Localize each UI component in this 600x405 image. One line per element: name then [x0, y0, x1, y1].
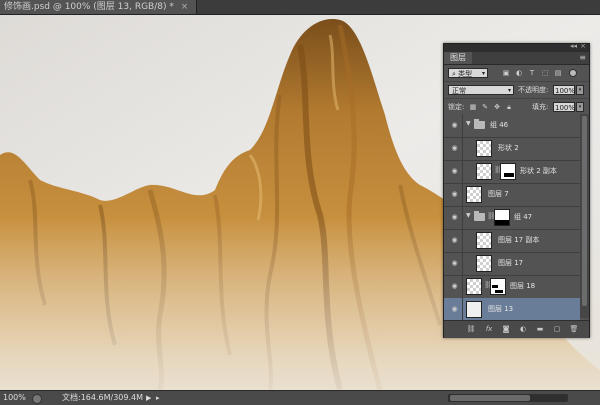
layer-name: 组 47	[514, 213, 533, 221]
layer-row[interactable]: ◉ ⛓ 图层 18	[444, 275, 580, 299]
opacity-input[interactable]: 100%	[553, 85, 575, 95]
eye-icon[interactable]: ◉	[450, 144, 459, 152]
layer-mask-thumbnail[interactable]	[500, 163, 516, 180]
layer-thumbnail	[466, 301, 482, 318]
layer-row[interactable]: ◉ 形状 2	[444, 137, 580, 161]
filter-kind-value: 类型	[458, 70, 473, 78]
chevron-down-icon: ▾	[507, 87, 511, 94]
lock-pixels-icon[interactable]: ✎	[481, 103, 489, 111]
layer-mask-thumbnail[interactable]	[490, 278, 506, 295]
lock-transparent-icon[interactable]: ▦	[469, 103, 477, 111]
layer-mask-thumbnail[interactable]	[494, 209, 510, 226]
layer-name: 图层 17	[498, 259, 524, 267]
fx-icon[interactable]: fx	[484, 325, 494, 334]
layer-row[interactable]: ◉ ▼ ⛓ 组 47	[444, 206, 580, 230]
eye-icon[interactable]: ◉	[450, 167, 459, 175]
layer-thumbnail	[476, 163, 492, 180]
play-icon[interactable]: ▶	[146, 391, 151, 405]
new-group-icon[interactable]: ▬	[535, 325, 545, 334]
folder-icon	[474, 211, 485, 221]
lock-all-icon[interactable]: 🔒︎	[505, 103, 513, 111]
eye-icon[interactable]: ◉	[450, 121, 459, 129]
layer-name: 图层 13	[488, 305, 514, 313]
layer-name: 图层 17 副本	[498, 236, 540, 244]
pixel-filter-icon[interactable]: ▣	[502, 69, 510, 77]
filter-kind-select[interactable]: ⌕ 类型 ▾	[448, 68, 488, 78]
document-tab-title: 修饰画.psd @ 100% (图层 13, RGB/8) *	[4, 2, 174, 12]
layer-thumbnail	[476, 140, 492, 157]
chevron-down-icon: ▾	[481, 70, 485, 77]
status-bar: 100% 文档:164.6M/309.4M ▶ ▸	[0, 390, 600, 405]
document-tab-bar: 修饰画.psd @ 100% (图层 13, RGB/8) * ×	[0, 0, 600, 15]
link-icon[interactable]: ⛓	[466, 325, 476, 334]
layer-thumbnail	[466, 278, 482, 295]
eye-icon[interactable]: ◉	[450, 236, 459, 244]
smart-object-filter-icon[interactable]: ▤	[554, 69, 562, 77]
eye-icon[interactable]: ◉	[450, 259, 459, 267]
collapse-icon[interactable]: ◂◂	[570, 42, 577, 50]
layer-name: 组 46	[490, 121, 509, 129]
layer-name: 形状 2 副本	[520, 167, 557, 175]
layer-row[interactable]: ◉ ⛓ 形状 2 副本	[444, 160, 580, 184]
layer-name: 图层 7	[488, 190, 509, 198]
filter-toggle-icon[interactable]	[569, 69, 577, 77]
layers-scrollbar[interactable]	[580, 114, 589, 318]
expand-triangle-icon[interactable]: ▼	[466, 120, 471, 127]
blend-row: 正常 ▾ 不透明度: 100% ▾	[444, 82, 589, 99]
horizontal-scrollbar[interactable]	[448, 394, 568, 402]
document-size: 文档:164.6M/309.4M	[62, 393, 143, 402]
lock-position-icon[interactable]: ✥	[493, 103, 501, 111]
fill-arrow-icon[interactable]: ▾	[576, 102, 584, 112]
tab-layers[interactable]: 图层	[444, 52, 472, 64]
expand-triangle-icon[interactable]: ▼	[466, 212, 471, 219]
trash-icon[interactable]: 🗑︎	[569, 325, 579, 334]
eye-icon[interactable]: ◉	[450, 190, 459, 198]
scrollbar-thumb[interactable]	[450, 395, 530, 401]
layer-name: 形状 2	[498, 144, 519, 152]
layer-thumbnail	[476, 255, 492, 272]
layer-row-selected[interactable]: ◉ 图层 13	[444, 298, 580, 322]
type-filter-icon[interactable]: T	[528, 69, 536, 77]
layers-list: ◉ ▼ 组 46 ◉ 形状 2 ◉ ⛓ 形状 2 副本 ◉ 图层 7 ◉ ▼ ⛓…	[444, 114, 589, 322]
close-tab-icon[interactable]: ×	[181, 2, 189, 12]
opacity-label: 不透明度:	[518, 86, 549, 94]
layer-thumbnail	[466, 186, 482, 203]
panel-footer: ⛓ fx ◙ ◐ ▬ ▢ 🗑︎	[444, 320, 589, 338]
close-panel-icon[interactable]: ×	[580, 42, 586, 50]
eye-icon[interactable]: ◉	[450, 282, 459, 290]
layer-row[interactable]: ◉ 图层 7	[444, 183, 580, 207]
folder-icon	[474, 119, 485, 129]
blend-mode-select[interactable]: 正常 ▾	[448, 85, 514, 95]
layer-row[interactable]: ◉ 图层 17	[444, 252, 580, 276]
new-layer-icon[interactable]: ▢	[552, 325, 562, 334]
filter-row: ⌕ 类型 ▾ ▣ ◐ T ⬚ ▤	[444, 65, 589, 82]
add-mask-icon[interactable]: ◙	[501, 325, 511, 334]
layer-row[interactable]: ◉ 图层 17 副本	[444, 229, 580, 253]
layers-panel: ◂◂ × 图层 ≡ ⌕ 类型 ▾ ▣ ◐ T ⬚ ▤ 正常 ▾ 不透明度: 10…	[443, 42, 590, 338]
fill-input[interactable]: 100%	[553, 102, 575, 112]
eye-icon[interactable]: ◉	[450, 213, 459, 221]
eye-icon[interactable]: ◉	[450, 305, 459, 313]
panel-title-bar[interactable]: ◂◂ ×	[444, 42, 589, 52]
blend-mode-value: 正常	[452, 87, 466, 95]
zoom-level[interactable]: 100%	[3, 391, 26, 405]
shape-filter-icon[interactable]: ⬚	[541, 69, 549, 77]
panel-tabs: 图层 ≡	[444, 52, 589, 65]
scrollbar-thumb[interactable]	[582, 116, 587, 306]
caret-icon[interactable]: ▸	[156, 391, 160, 405]
layer-row[interactable]: ◉ ▼ 组 46	[444, 114, 580, 138]
panel-menu-icon[interactable]: ≡	[579, 52, 586, 64]
status-info-icon[interactable]	[32, 394, 42, 404]
opacity-arrow-icon[interactable]: ▾	[576, 85, 584, 95]
lock-label: 锁定:	[448, 103, 465, 111]
document-tab[interactable]: 修饰画.psd @ 100% (图层 13, RGB/8) * ×	[0, 0, 198, 14]
fill-label: 填充:	[532, 103, 549, 111]
layer-thumbnail	[476, 232, 492, 249]
layer-name: 图层 18	[510, 282, 536, 290]
adjustment-filter-icon[interactable]: ◐	[515, 69, 523, 77]
adjustment-icon[interactable]: ◐	[518, 325, 528, 334]
